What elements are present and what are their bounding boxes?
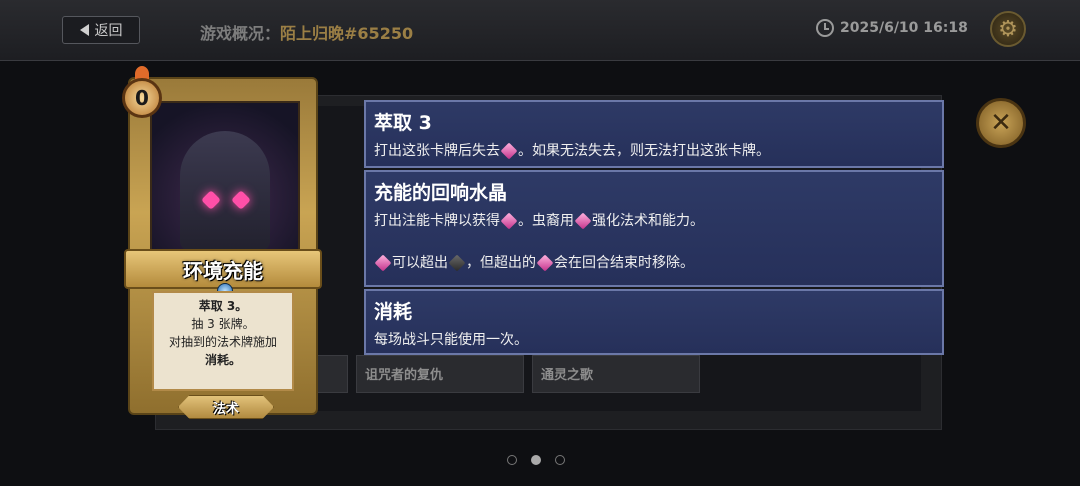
tooltip-title: 充能的回响水晶 xyxy=(374,182,508,204)
card-description: 萃取 3。 抽 3 张牌。 对抽到的法术牌施加 消耗。 xyxy=(152,291,294,391)
crystal-icon xyxy=(374,254,392,272)
card-line: 对抽到的法术牌施加 xyxy=(168,335,277,349)
game-overview: 游戏概况：陌上归晚#65250 xyxy=(200,20,413,44)
close-button[interactable]: ✕ xyxy=(976,98,1026,148)
back-button[interactable]: 返回 xyxy=(62,16,140,44)
tooltip-desc: 打出这张卡牌后失去 。如果无法失去，则无法打出这张卡牌。 xyxy=(374,140,934,162)
card-line: 抽 3 张牌。 xyxy=(191,317,255,331)
desc-part: 打出注能卡牌以获得 xyxy=(374,213,500,229)
datetime-text: 2025/6/10 16:18 xyxy=(840,20,968,36)
tooltip-title: 消耗 xyxy=(374,301,413,323)
hooded-figure-art xyxy=(180,131,270,251)
keyword-tooltip: 消耗 每场战斗只能使用一次。 xyxy=(364,289,944,355)
tooltip-desc: 每场战斗只能使用一次。 xyxy=(374,332,528,348)
keyword-tooltip: 萃取 3 打出这张卡牌后失去 。如果无法失去，则无法打出这张卡牌。 xyxy=(364,100,944,168)
settings-button[interactable]: ⚙ xyxy=(990,11,1026,47)
tooltip-title: 萃取 3 xyxy=(374,112,432,134)
gear-icon: ⚙ xyxy=(998,16,1018,42)
bg-card-item[interactable]: 诅咒者的复仇 xyxy=(356,355,524,393)
keyword-tooltip: 充能的回响水晶 打出注能卡牌以获得 。虫裔用 强化法术和能力。 可以超出 ，但超出的 会… xyxy=(364,170,944,287)
back-label: 返回 xyxy=(94,23,123,39)
back-arrow-icon xyxy=(79,24,89,36)
dark-crystal-icon xyxy=(448,254,466,272)
card-line: 消耗。 xyxy=(204,353,241,367)
crystal-icon xyxy=(500,142,518,160)
top-bar: 返回 游戏概况：陌上归晚#65250 2025/6/10 16:18 ⚙ xyxy=(0,0,1080,61)
card-cost-badge: 0 xyxy=(122,78,162,118)
card-type-banner: 法术 xyxy=(178,395,274,419)
clock-icon xyxy=(816,19,834,37)
desc-part: 强化法术和能力。 xyxy=(592,213,704,229)
desc-part: 会在回合结束时移除。 xyxy=(554,255,694,271)
desc-part: 。如果无法失去，则无法打出这张卡牌。 xyxy=(518,143,770,159)
tooltip-desc: 可以超出 ，但超出的 会在回合结束时移除。 xyxy=(374,252,934,274)
page-dot-active[interactable] xyxy=(531,455,541,465)
desc-part: 可以超出 xyxy=(392,255,448,271)
page-dot[interactable] xyxy=(555,455,565,465)
desc-part: 。虫裔用 xyxy=(518,213,574,229)
page-dot[interactable] xyxy=(507,455,517,465)
tooltip-desc: 打出注能卡牌以获得 。虫裔用 强化法术和能力。 xyxy=(374,210,934,232)
card-name: 环境充能 xyxy=(183,258,263,283)
close-icon: ✕ xyxy=(990,108,1012,138)
bg-card-item[interactable]: 通灵之歌 xyxy=(532,355,700,393)
card-cost: 0 xyxy=(135,86,149,110)
card-line: 萃取 3。 xyxy=(198,299,248,313)
datetime-display: 2025/6/10 16:18 xyxy=(816,19,968,37)
pagination-dots xyxy=(507,455,565,465)
crystal-icon xyxy=(536,254,554,272)
spell-card: 环境充能 萃取 3。 抽 3 张牌。 对抽到的法术牌施加 消耗。 法术 xyxy=(124,77,322,419)
crystal-icon xyxy=(500,212,518,230)
desc-part: 打出这张卡牌后失去 xyxy=(374,143,500,159)
overview-prefix: 游戏概况： xyxy=(200,24,281,43)
desc-part: ，但超出的 xyxy=(466,255,536,271)
crystal-icon xyxy=(574,212,592,230)
card-artwork xyxy=(150,101,300,263)
card-type: 法术 xyxy=(212,401,239,417)
player-name: 陌上归晚#65250 xyxy=(280,24,414,43)
